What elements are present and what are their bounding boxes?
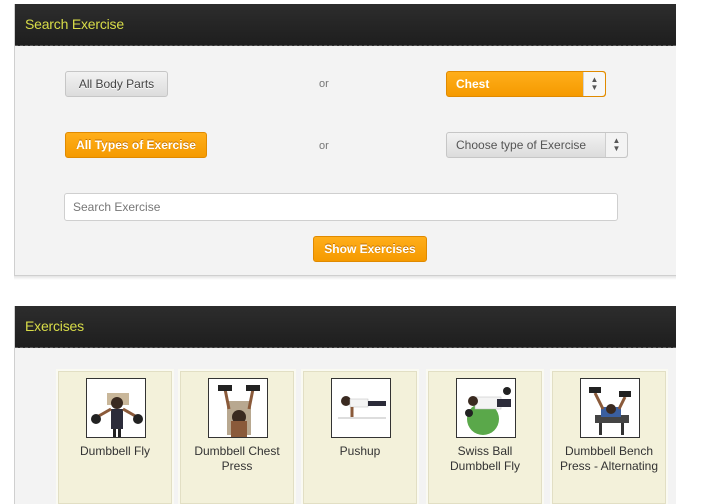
- exercise-type-select-value: Choose type of Exercise: [456, 138, 587, 152]
- body-part-select[interactable]: Chest ▲ ▼: [446, 71, 606, 97]
- exercise-card-label: Dumbbell Bench Press - Alternating: [559, 444, 659, 473]
- body-part-select-value: Chest: [456, 77, 490, 91]
- exercise-card-label: Dumbbell Fly: [79, 444, 151, 458]
- exercise-card-swiss-ball-dumbbell-fly[interactable]: Swiss Ball Dumbbell Fly: [428, 371, 542, 504]
- exercise-type-select[interactable]: Choose type of Exercise ▲ ▼: [446, 132, 628, 158]
- exercise-card-pushup[interactable]: Pushup: [303, 371, 417, 504]
- exercise-card-dumbbell-chest-press[interactable]: Dumbbell Chest Press: [180, 371, 294, 504]
- all-types-of-exercise-button[interactable]: All Types of Exercise: [65, 132, 207, 158]
- exercise-card-label: Swiss Ball Dumbbell Fly: [449, 444, 521, 473]
- exercise-card-dumbbell-fly[interactable]: Dumbbell Fly: [58, 371, 172, 504]
- search-exercise-input[interactable]: [64, 193, 618, 221]
- or-label: or: [319, 78, 329, 90]
- search-panel-title: Search Exercise: [15, 4, 676, 46]
- exercise-card-dumbbell-bench-press-alternating[interactable]: Dumbbell Bench Press - Alternating: [552, 371, 666, 504]
- exercises-panel-title: Exercises: [15, 306, 676, 348]
- dumbbell-fly-image: [86, 378, 146, 438]
- exercise-card-label: Pushup: [339, 444, 381, 458]
- show-exercises-button[interactable]: Show Exercises: [313, 236, 427, 262]
- bench-press-alternating-image: [580, 378, 640, 438]
- pushup-image: [331, 378, 391, 438]
- swiss-ball-fly-image: [456, 378, 516, 438]
- exercise-card-label: Dumbbell Chest Press: [194, 444, 280, 473]
- all-body-parts-button[interactable]: All Body Parts: [65, 71, 168, 97]
- dumbbell-chest-press-image: [208, 378, 268, 438]
- panel-shadow: [14, 276, 676, 280]
- or-label: or: [319, 140, 329, 152]
- select-arrows-icon: ▲ ▼: [605, 133, 627, 157]
- select-arrows-icon: ▲ ▼: [583, 72, 605, 96]
